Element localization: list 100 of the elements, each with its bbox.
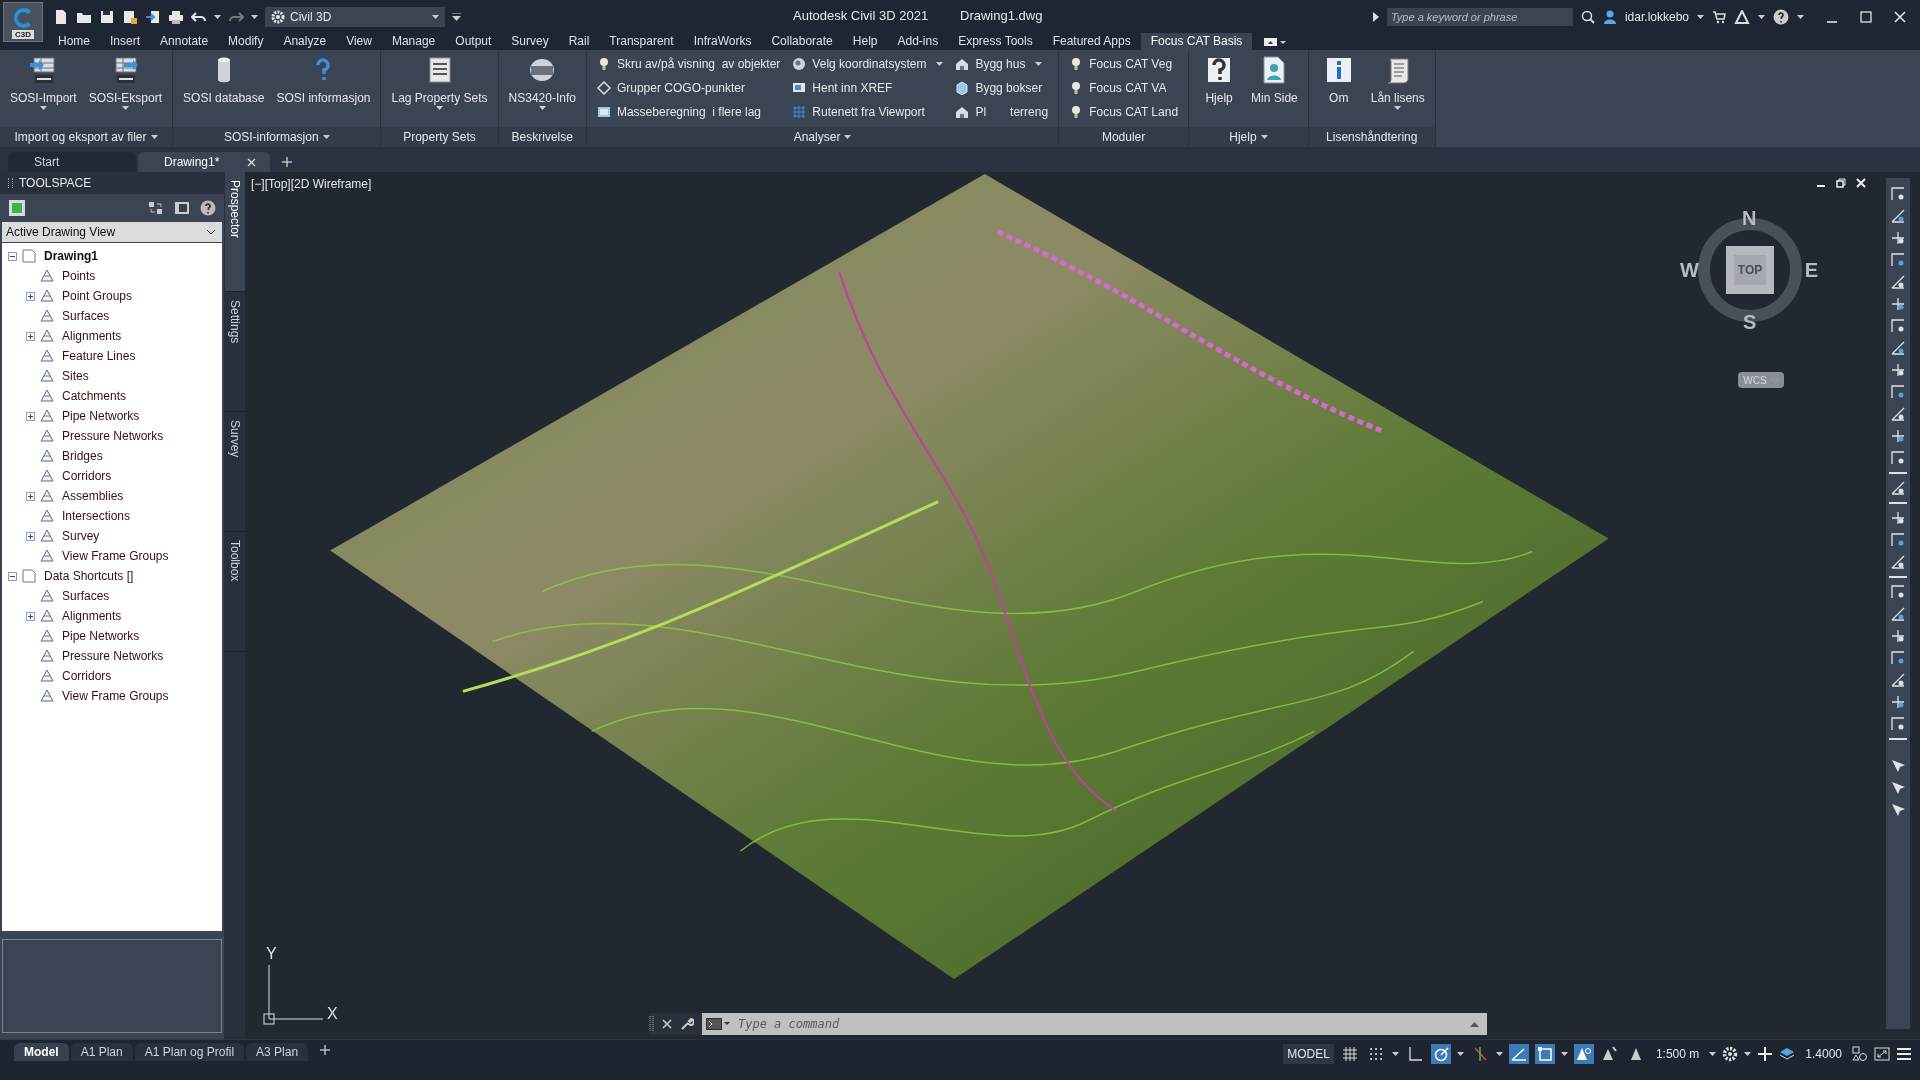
expand-toggle[interactable] xyxy=(26,411,35,421)
panel-title[interactable]: Lisenshåndtering xyxy=(1308,127,1435,147)
layout-tab[interactable]: A1 Plan xyxy=(70,1043,133,1061)
expand-toggle[interactable] xyxy=(26,331,35,341)
expand-toggle[interactable] xyxy=(26,531,35,541)
ribbon-button[interactable]: Rutenett fra Viewport xyxy=(792,102,944,122)
annotation-scale[interactable]: 1:500 m xyxy=(1651,1047,1704,1061)
panel-title[interactable]: SOSI-informasjon xyxy=(173,127,381,147)
document-tab[interactable]: Start xyxy=(8,152,136,172)
ribbon-button[interactable]: Focus CAT Land xyxy=(1069,102,1179,122)
ribbon-button[interactable]: NS3420-Info xyxy=(504,53,580,112)
triangle-network-icon[interactable] xyxy=(1734,9,1750,24)
ribbon-tab[interactable]: Express Tools xyxy=(948,33,1043,50)
compass-direction[interactable]: N xyxy=(1742,208,1757,228)
tree-item[interactable]: Points xyxy=(62,269,96,283)
tree-item[interactable]: View Frame Groups xyxy=(62,549,169,563)
osnap-toggle[interactable] xyxy=(1534,1044,1555,1064)
ribbon-tab[interactable]: InfraWorks xyxy=(683,33,762,50)
panel-title[interactable]: Import og eksport av filer xyxy=(0,127,173,147)
tree-item[interactable]: Intersections xyxy=(62,509,131,523)
ribbon-tab[interactable]: Output xyxy=(445,33,502,50)
ribbon-tab[interactable]: Collaborate xyxy=(761,33,843,50)
drafting-tool-icon[interactable] xyxy=(1890,532,1906,548)
ribbon-tab[interactable]: Annotate xyxy=(150,33,219,50)
expand-toggle[interactable] xyxy=(8,251,17,261)
ribbon-button[interactable]: Focus CAT Veg xyxy=(1069,54,1179,74)
ribbon-tab[interactable]: Add-ins xyxy=(887,33,949,50)
panel-title[interactable]: Beskrivelse xyxy=(498,127,586,147)
expand-toggle[interactable] xyxy=(8,571,17,581)
layout-tab[interactable]: A1 Plan og Profil xyxy=(134,1043,245,1061)
tree-item[interactable]: Assemblies xyxy=(62,489,124,503)
drafting-tool-icon[interactable] xyxy=(1890,296,1906,312)
tree-item[interactable]: Catchments xyxy=(62,389,127,403)
drafting-tool-icon[interactable] xyxy=(1890,406,1906,422)
tree-item[interactable]: Bridges xyxy=(62,449,103,463)
isolate-objects-icon[interactable] xyxy=(1852,1046,1868,1062)
ribbon-tab[interactable]: Home xyxy=(48,33,100,50)
tree-item[interactable]: Corridors xyxy=(62,469,112,483)
maximize-icon[interactable] xyxy=(1860,10,1872,23)
add-tab-icon[interactable] xyxy=(282,157,292,167)
ribbon-button[interactable]: Grupper COGO-punkter xyxy=(596,78,781,98)
fullscreen-icon[interactable] xyxy=(1874,1046,1890,1062)
drafting-tool-icon[interactable] xyxy=(1890,672,1906,688)
ribbon-button[interactable]: Velg koordinatsystem xyxy=(792,54,944,74)
model-space-button[interactable]: MODEL xyxy=(1283,1044,1334,1064)
ribbon-tab[interactable]: View xyxy=(336,33,382,50)
panel-title[interactable]: Property Sets xyxy=(381,127,498,147)
add-layout-icon[interactable] xyxy=(320,1044,331,1055)
drafting-tool-icon[interactable] xyxy=(1890,510,1906,526)
ribbon-button[interactable]: SOSI-Eksport xyxy=(84,53,167,112)
layout-tab[interactable]: Model xyxy=(14,1043,69,1061)
compass-direction[interactable]: S xyxy=(1743,312,1757,332)
ribbon-tab[interactable]: Featured Apps xyxy=(1042,33,1141,50)
layout-tab[interactable]: A3 Plan xyxy=(246,1043,309,1061)
ribbon-tab[interactable]: Survey xyxy=(501,33,559,50)
close-icon[interactable] xyxy=(662,1019,672,1029)
wrench-icon[interactable] xyxy=(680,1017,694,1031)
drafting-tool-icon[interactable] xyxy=(1890,694,1906,710)
ribbon-button[interactable]: Om xyxy=(1314,53,1363,107)
help-icon[interactable] xyxy=(200,200,216,216)
ribbon-tab[interactable]: Help xyxy=(842,33,888,50)
toggle-view-icon[interactable] xyxy=(148,200,164,216)
ribbon-button[interactable]: SOSI database xyxy=(179,53,269,107)
document-tab[interactable]: Drawing1* xyxy=(138,152,270,172)
compass-direction[interactable]: E xyxy=(1804,260,1818,280)
drafting-tool-icon[interactable] xyxy=(1890,480,1906,496)
drafting-tool-icon[interactable] xyxy=(1890,758,1906,774)
drafting-tool-icon[interactable] xyxy=(1890,554,1906,570)
ribbon-button[interactable]: Bygg hus xyxy=(955,54,1049,74)
tree-item[interactable]: View Frame Groups xyxy=(62,689,169,703)
customize-menu-icon[interactable] xyxy=(452,12,461,21)
gear-icon[interactable] xyxy=(1722,1046,1739,1062)
tree-item[interactable]: Drawing1 xyxy=(44,249,98,263)
layers-icon[interactable] xyxy=(1779,1046,1796,1062)
drafting-tool-icon[interactable] xyxy=(1890,362,1906,378)
tree-item[interactable]: Pipe Networks xyxy=(62,629,140,643)
ribbon-tab[interactable]: Manage xyxy=(381,33,446,50)
drafting-tool-icon[interactable] xyxy=(1890,802,1906,818)
ribbon-button[interactable]: SOSI informasjon xyxy=(272,53,375,107)
ribbon-tab[interactable]: Analyze xyxy=(273,33,337,50)
ribbon-tab[interactable]: Rail xyxy=(558,33,600,50)
ribbon-tab[interactable]: Transparent xyxy=(599,33,684,50)
tree-item[interactable]: Pressure Networks xyxy=(62,649,164,663)
drafting-tool-icon[interactable] xyxy=(1890,230,1906,246)
drafting-tool-icon[interactable] xyxy=(1890,584,1906,600)
new-file-icon[interactable] xyxy=(53,8,69,25)
drafting-tool-icon[interactable] xyxy=(1890,252,1906,268)
ribbon-button[interactable]: Lag Property Sets xyxy=(387,53,492,112)
tree-item[interactable]: Pressure Networks xyxy=(62,429,164,443)
tree-item[interactable]: Surfaces xyxy=(62,589,110,603)
ribbon-tab[interactable]: Modify xyxy=(218,33,274,50)
user-name[interactable]: idar.lokkebo xyxy=(1624,9,1689,24)
close-icon[interactable] xyxy=(247,157,256,167)
drafting-tool-icon[interactable] xyxy=(1890,186,1906,202)
ribbon-button[interactable]: Lån lisens xyxy=(1366,53,1429,112)
drafting-tool-icon[interactable] xyxy=(1890,450,1906,466)
tree-item[interactable]: Feature Lines xyxy=(62,349,136,363)
ribbon-tab[interactable]: Focus CAT Basis xyxy=(1140,33,1253,50)
restore-icon[interactable] xyxy=(1836,178,1846,188)
compass-direction[interactable]: W xyxy=(1680,260,1699,280)
